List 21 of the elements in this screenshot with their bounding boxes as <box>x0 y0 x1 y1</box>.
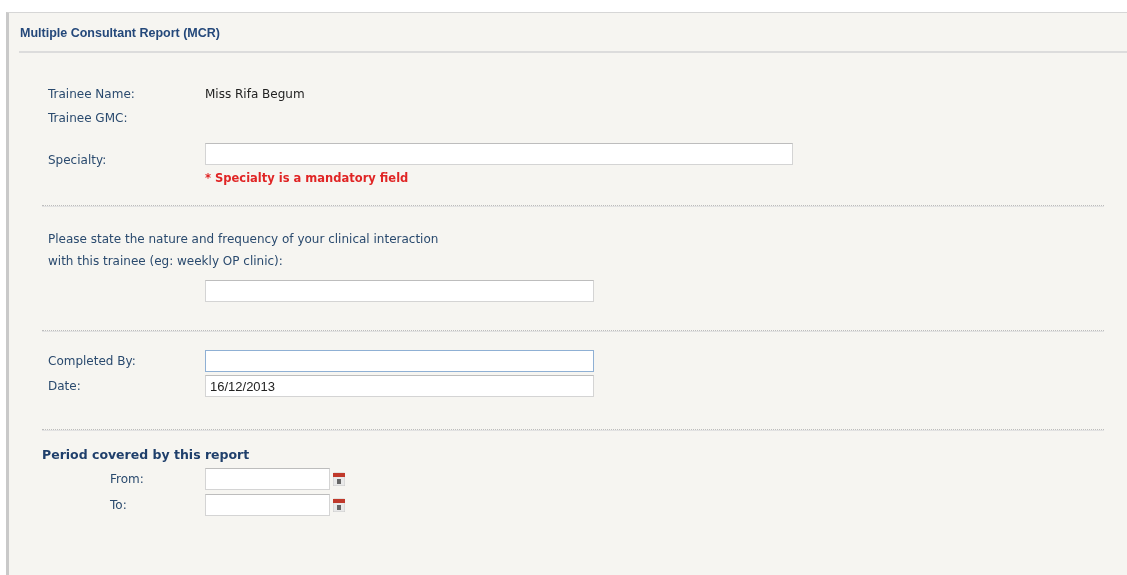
section-heading: Period covered by this report <box>42 447 251 462</box>
question-text: with this trainee (eg: weekly OP clinic): <box>48 253 284 270</box>
field-label: From: <box>110 472 145 486</box>
calendar-icon[interactable] <box>333 472 345 486</box>
panel-title: Multiple Consultant Report (MCR) <box>19 25 221 42</box>
field-label: Trainee GMC: <box>48 111 129 125</box>
field-label: Trainee Name: <box>48 87 136 101</box>
date-field[interactable] <box>205 494 330 516</box>
specialty-field[interactable] <box>205 143 793 165</box>
field-label: To: <box>110 498 128 512</box>
input-field[interactable] <box>205 350 594 372</box>
trainee-name: Miss Rifa Begum <box>205 87 306 101</box>
question-text: Please state the nature and frequency of your clinical interaction <box>48 231 440 248</box>
field-label: Completed By: <box>48 354 137 368</box>
interaction-field[interactable] <box>205 280 594 302</box>
error-message: * Specialty is a mandatory field <box>205 171 410 185</box>
field-label: Date: <box>48 379 82 393</box>
input-field[interactable]: 16/12/2013 <box>205 375 594 397</box>
field-label: Specialty: <box>48 153 108 167</box>
calendar-icon[interactable] <box>333 498 345 512</box>
date-field[interactable] <box>205 468 330 490</box>
